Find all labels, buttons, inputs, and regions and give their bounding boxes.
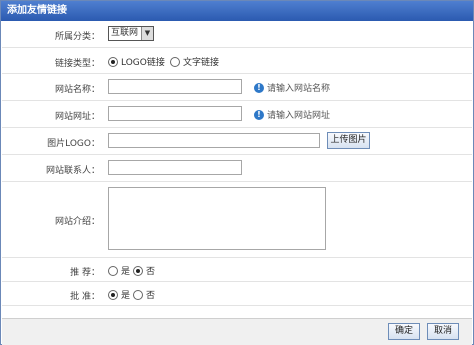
link-type-label: 链接类型： (54, 59, 100, 69)
recommend-no-option[interactable]: 否 (133, 264, 155, 277)
site-name-label: 网站名称： (54, 85, 100, 95)
logo-row: 图片LOGO： 上传图片 (2, 128, 472, 155)
category-select-value: 互联网 (111, 28, 139, 38)
link-type-logo-option[interactable]: LOGO链接 (108, 55, 165, 68)
approve-label: 批 准： (70, 292, 100, 302)
dialog-title: 添加友情链接 (1, 1, 473, 21)
approve-no-label: 否 (146, 291, 156, 301)
link-type-text-option[interactable]: 文字链接 (170, 55, 219, 68)
contact-input[interactable] (108, 160, 242, 175)
link-type-row: 链接类型： LOGO链接 文字链接 (2, 48, 472, 74)
recommend-yes-label: 是 (121, 267, 131, 277)
recommend-row: 推 荐： 是 否 (2, 258, 472, 282)
site-url-row: 网站网址： ! 请输入网站网址 (2, 101, 472, 128)
dialog-footer: 确定 取消 (2, 318, 472, 345)
site-url-input[interactable] (108, 106, 242, 121)
recommend-no-label: 否 (146, 267, 156, 277)
cancel-button[interactable]: 取消 (427, 323, 459, 340)
logo-label: 图片LOGO： (47, 139, 100, 149)
contact-label: 网站联系人： (45, 166, 100, 176)
site-name-row: 网站名称： ! 请输入网站名称 (2, 74, 472, 101)
site-url-hint: ! 请输入网站网址 (254, 108, 330, 121)
chevron-down-icon[interactable]: ▼ (141, 27, 153, 40)
category-row: 所属分类： (2, 21, 472, 48)
recommend-label: 推 荐： (70, 268, 100, 278)
category-label: 所属分类： (54, 32, 100, 42)
site-name-hint-text: 请输入网站名称 (267, 84, 331, 94)
intro-label: 网站介绍： (54, 217, 100, 227)
upload-image-button[interactable]: 上传图片 (327, 132, 370, 149)
recommend-yes-radio[interactable] (108, 265, 118, 276)
link-type-text-label: 文字链接 (183, 58, 220, 68)
approve-yes-option[interactable]: 是 (108, 288, 130, 301)
ok-button[interactable]: 确定 (388, 323, 420, 340)
intro-textarea[interactable] (108, 187, 326, 250)
site-name-hint: ! 请输入网站名称 (254, 81, 330, 94)
info-icon: ! (254, 82, 264, 93)
approve-row: 批 准： 是 否 (2, 282, 472, 306)
approve-no-option[interactable]: 否 (133, 288, 155, 301)
site-url-label: 网站网址： (54, 112, 100, 122)
site-url-hint-text: 请输入网站网址 (267, 111, 331, 121)
category-select[interactable]: 互联网 ▼ (108, 26, 154, 41)
recommend-no-radio[interactable] (133, 265, 143, 276)
info-icon: ! (254, 109, 264, 120)
link-type-logo-radio[interactable] (108, 56, 118, 67)
add-link-dialog: 添加友情链接 所属分类： 互联网 ▼ 链接类型： LOGO链接 文字链接 网站名… (0, 0, 474, 345)
approve-no-radio[interactable] (133, 289, 143, 300)
approve-yes-radio[interactable] (108, 289, 118, 300)
site-name-input[interactable] (108, 79, 242, 94)
link-type-text-radio[interactable] (170, 56, 180, 67)
intro-row: 网站介绍： (2, 182, 472, 258)
logo-input[interactable] (108, 133, 320, 148)
approve-yes-label: 是 (121, 291, 131, 301)
contact-row: 网站联系人： (2, 155, 472, 182)
recommend-yes-option[interactable]: 是 (108, 264, 130, 277)
link-type-logo-label: LOGO链接 (121, 58, 165, 68)
